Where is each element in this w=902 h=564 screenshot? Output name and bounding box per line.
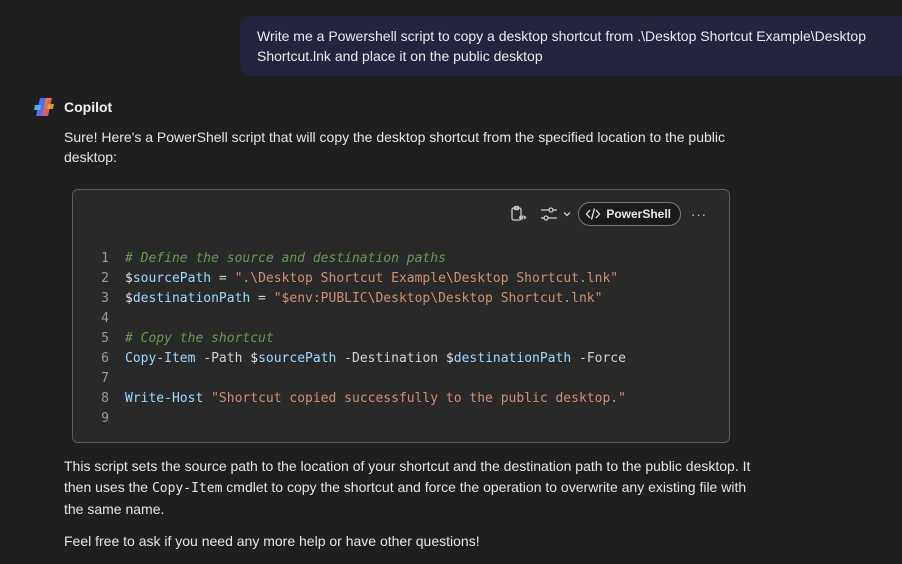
language-badge[interactable]: PowerShell bbox=[578, 202, 681, 226]
code-line: 5 # Copy the shortcut bbox=[73, 329, 626, 349]
chat-page: Write me a Powershell script to copy a d… bbox=[0, 0, 902, 564]
line-number: 6 bbox=[101, 351, 109, 366]
assistant-closing-text: Feel free to ask if you need any more he… bbox=[64, 533, 480, 549]
code-line: 6 Copy-Item -Path $sourcePath -Destinati… bbox=[73, 349, 626, 369]
code-line: 4 bbox=[73, 309, 626, 329]
code-sigil: $ bbox=[125, 271, 133, 286]
code-variable: destinationPath bbox=[132, 291, 251, 306]
code-parameter: -Path bbox=[195, 351, 251, 366]
code-line: 9 bbox=[73, 409, 626, 429]
code-block: PowerShell ··· 1 # Define the source and… bbox=[72, 189, 730, 443]
code-comment: # Copy the shortcut bbox=[125, 331, 274, 346]
assistant-intro-text: Sure! Here's a PowerShell script that wi… bbox=[64, 129, 726, 165]
code-operator: = bbox=[211, 271, 235, 286]
clipboard-code-icon[interactable] bbox=[508, 204, 528, 224]
code-line: 2 $sourcePath = ".\Desktop Shortcut Exam… bbox=[73, 269, 626, 289]
user-message-text: Write me a Powershell script to copy a d… bbox=[257, 28, 866, 64]
code-sigil: $ bbox=[445, 351, 454, 366]
line-number: 5 bbox=[101, 331, 109, 346]
code-line: 1 # Define the source and destination pa… bbox=[73, 249, 626, 269]
line-number: 2 bbox=[101, 271, 109, 286]
code-string: "$env:PUBLIC\Desktop\Desktop Shortcut.ln… bbox=[273, 291, 603, 306]
code-line: 3 $destinationPath = "$env:PUBLIC\Deskto… bbox=[73, 289, 626, 309]
code-sigil: $ bbox=[250, 351, 259, 366]
inline-code: Copy-Item bbox=[151, 480, 223, 496]
code-sigil: $ bbox=[125, 291, 133, 306]
code-brackets-icon bbox=[585, 208, 601, 220]
code-variable: destinationPath bbox=[453, 351, 572, 366]
sliders-icon bbox=[541, 207, 558, 221]
code-variable: sourcePath bbox=[132, 271, 212, 286]
chevron-down-icon bbox=[563, 212, 571, 217]
settings-dropdown-button[interactable] bbox=[540, 206, 572, 222]
copilot-logo-icon bbox=[34, 98, 54, 116]
code-string: ".\Desktop Shortcut Example\Desktop Shor… bbox=[234, 271, 619, 286]
code-parameter: -Force bbox=[571, 351, 626, 366]
code-toolbar: PowerShell ··· bbox=[508, 202, 707, 226]
code-cmdlet: Write-Host bbox=[125, 391, 204, 406]
assistant-explanation-text: This script sets the source path to the … bbox=[64, 456, 764, 520]
line-number: 1 bbox=[101, 251, 109, 266]
line-number: 7 bbox=[101, 371, 109, 386]
code-variable: sourcePath bbox=[258, 351, 337, 366]
user-message-bubble: Write me a Powershell script to copy a d… bbox=[240, 16, 902, 76]
code-operator: = bbox=[250, 291, 274, 306]
code-line: 7 bbox=[73, 369, 626, 389]
assistant-header: Copilot bbox=[33, 96, 112, 118]
code-parameter: -Destination bbox=[336, 351, 446, 366]
assistant-name: Copilot bbox=[64, 99, 113, 115]
line-number: 3 bbox=[101, 291, 109, 306]
code-comment: # Define the source and destination path… bbox=[125, 251, 446, 266]
language-label: PowerShell bbox=[606, 207, 671, 221]
code-cmdlet: Copy-Item bbox=[125, 351, 196, 366]
line-number: 8 bbox=[101, 391, 109, 406]
line-number: 4 bbox=[101, 311, 109, 326]
code-lines: 1 # Define the source and destination pa… bbox=[73, 249, 626, 429]
code-line: 8 Write-Host "Shortcut copied successful… bbox=[73, 389, 626, 409]
line-number: 9 bbox=[101, 411, 109, 426]
code-string: "Shortcut copied successfully to the pub… bbox=[211, 391, 626, 406]
more-options-button[interactable]: ··· bbox=[691, 207, 707, 222]
